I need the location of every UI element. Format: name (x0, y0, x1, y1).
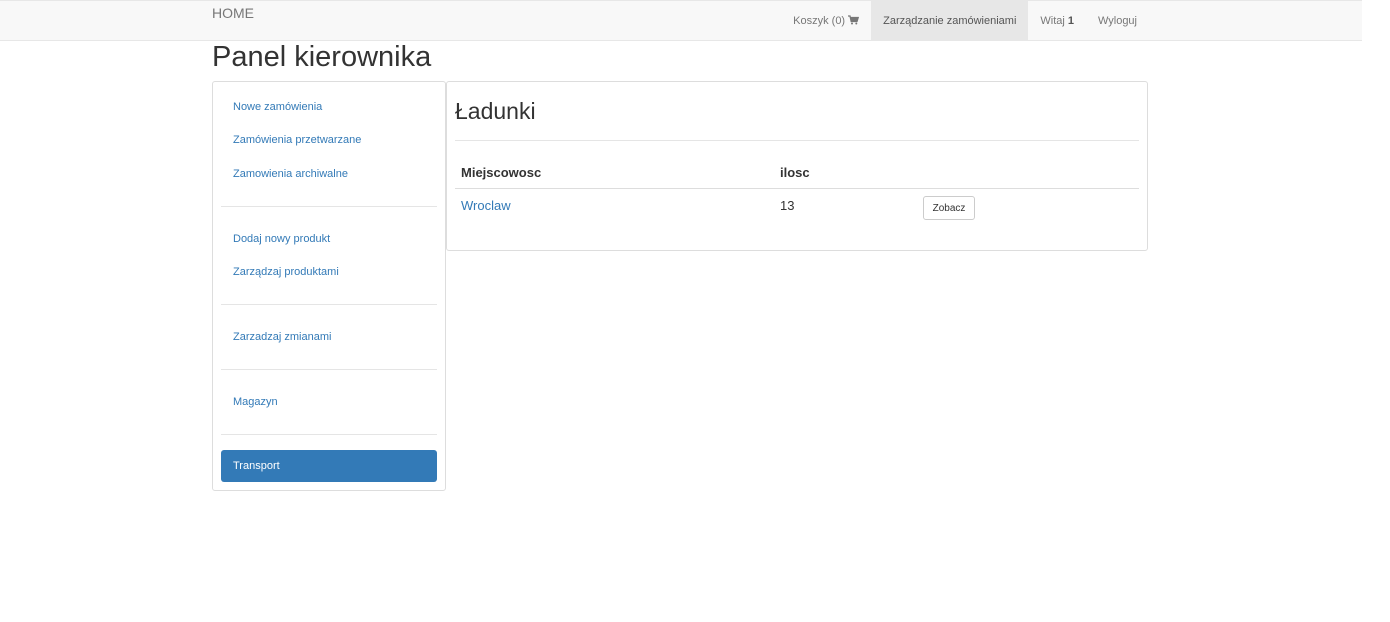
sidebar-divider (221, 434, 437, 435)
shopping-cart-icon (848, 14, 860, 28)
table-header-divider (455, 188, 1139, 189)
city-link[interactable]: Wroclaw (461, 198, 511, 213)
home-link[interactable]: HOME (212, 5, 254, 21)
quantity-cell: 13 (780, 198, 795, 213)
sidebar-item-manage-shifts[interactable]: Zarzadzaj zmianami (233, 331, 331, 343)
greeting-label: Witaj (1040, 15, 1065, 27)
username: 1 (1067, 15, 1074, 27)
user-greeting[interactable]: Witaj 1 (1028, 1, 1086, 41)
column-header-city: Miejscowosc (461, 165, 542, 180)
content-panel: Ładunki Miejscowosc ilosc Wroclaw 13 Zob… (446, 81, 1148, 251)
sidebar-item-manage-products[interactable]: Zarządzaj produktami (233, 266, 339, 278)
sidebar: Nowe zamówienia Zamówienia przetwarzane … (212, 81, 446, 491)
view-button[interactable]: Zobacz (923, 196, 975, 220)
column-header-quantity: ilosc (780, 165, 810, 180)
cart-label: Koszyk (0) (793, 15, 846, 27)
logout-link[interactable]: Wyloguj (1086, 1, 1149, 41)
sidebar-item-archived-orders[interactable]: Zamowienia archiwalne (233, 168, 348, 180)
cart-link[interactable]: Koszyk (0) (781, 1, 871, 41)
sidebar-item-new-orders[interactable]: Nowe zamówienia (233, 101, 322, 113)
sidebar-item-add-product[interactable]: Dodaj nowy produkt (233, 233, 330, 245)
section-heading: Ładunki (455, 98, 536, 124)
sidebar-divider (221, 206, 437, 207)
top-navbar: HOME Koszyk (0) Zarządzanie zamówieniami… (0, 0, 1362, 41)
page-title: Panel kierownika (212, 41, 432, 73)
sidebar-divider (221, 304, 437, 305)
navbar-right: Koszyk (0) Zarządzanie zamówieniami Wita… (781, 1, 1149, 41)
sidebar-item-warehouse[interactable]: Magazyn (233, 396, 278, 408)
sidebar-item-transport[interactable]: Transport (221, 450, 437, 482)
sidebar-divider (221, 369, 437, 370)
heading-divider (455, 140, 1139, 141)
manage-orders-link[interactable]: Zarządzanie zamówieniami (871, 1, 1029, 41)
sidebar-item-processing-orders[interactable]: Zamówienia przetwarzane (233, 134, 361, 146)
